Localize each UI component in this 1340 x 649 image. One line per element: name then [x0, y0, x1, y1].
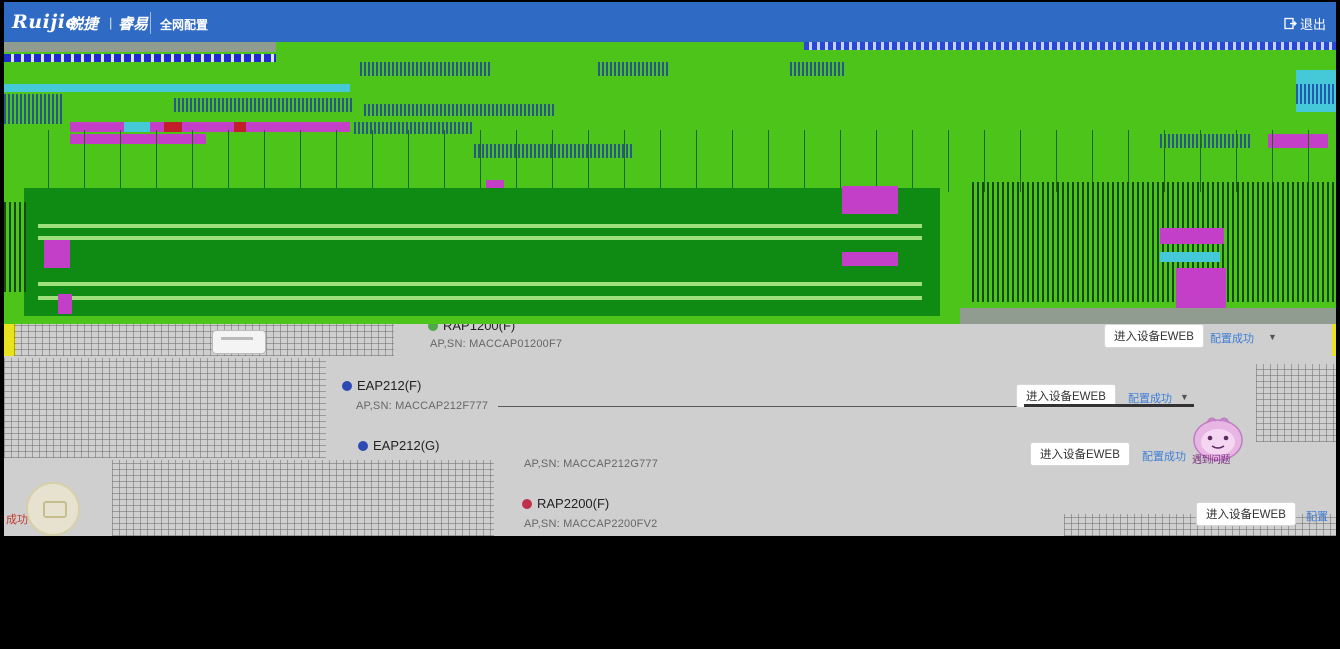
config-status-dropdown[interactable]: 配置成功	[1128, 390, 1172, 406]
caret-down-icon[interactable]: ▼	[1180, 392, 1189, 402]
device-name-label: EAP212(G)	[373, 438, 440, 453]
artifact-line	[38, 224, 922, 228]
topology-artifact	[112, 460, 494, 536]
artifact-noise	[174, 98, 354, 112]
status-dot	[428, 324, 438, 331]
status-dot	[342, 380, 352, 391]
artifact-barcode	[972, 182, 1336, 302]
device-sn: AP,SN: MACCAP212F777	[356, 400, 488, 412]
caret-down-icon[interactable]: ▼	[1268, 332, 1277, 342]
artifact-strip	[960, 308, 1336, 324]
device-name-eap212g: EAP212(G)	[358, 438, 439, 453]
artifact-noise	[598, 62, 670, 76]
device-list-panel: RAP1200(F) AP,SN: MACCAP01200F7 进入设备EWEB…	[4, 324, 1336, 536]
artifact-block	[1176, 268, 1226, 308]
sn-value: MACCAP212F777	[395, 400, 489, 412]
sn-value: MACCAP2200FV2	[563, 518, 658, 530]
device-name-label: EAP212(F)	[357, 378, 422, 393]
artifact-noise	[4, 94, 64, 124]
enter-eweb-button[interactable]: 进入设备EWEB	[1196, 502, 1296, 526]
artifact-line	[38, 296, 922, 300]
sn-label: AP,SN:	[430, 338, 466, 350]
artifact-noise	[790, 62, 846, 76]
sn-value: MACCAP01200F7	[469, 338, 563, 350]
artifact-block	[842, 252, 898, 266]
ap-device-image	[212, 330, 266, 354]
sn-label: AP,SN:	[356, 400, 392, 412]
artifact-line	[38, 236, 922, 240]
artifact-bar	[804, 42, 1336, 50]
artifact-block	[1160, 252, 1220, 262]
device-name-rap2200f: RAP2200(F)	[522, 496, 609, 511]
device-name-label: RAP2200(F)	[537, 496, 610, 511]
device-sn: AP,SN: MACCAP2200FV2	[524, 518, 657, 530]
row-divider	[498, 406, 1030, 407]
enter-eweb-button[interactable]: 进入设备EWEB	[1030, 442, 1130, 466]
artifact-block	[1160, 228, 1224, 244]
topology-artifact	[4, 358, 326, 458]
logout-icon	[1284, 17, 1297, 30]
logout-button[interactable]: 退出	[1284, 14, 1326, 33]
config-status-dropdown[interactable]: 配置成功	[1210, 330, 1254, 346]
status-dot	[522, 498, 532, 509]
ruiyi-logo: 睿易	[118, 16, 149, 33]
config-status-dropdown[interactable]: 配置成功	[1142, 448, 1186, 464]
app-window: Ruijie 锐捷 | 睿易 全网配置 退出 RAP1200(F) AP,SN:…	[0, 0, 1340, 649]
artifact-noise	[1296, 84, 1336, 104]
header-divider	[150, 12, 151, 34]
artifact-bar	[4, 54, 276, 62]
device-name-eap212f: EAP212(F)	[342, 378, 421, 393]
artifact-barcode	[4, 202, 28, 292]
artifact-block	[4, 84, 350, 92]
sn-label: AP,SN:	[524, 458, 560, 470]
device-sn: AP,SN: MACCAP212G777	[524, 458, 658, 470]
help-label[interactable]: 遇到问题	[1192, 451, 1231, 466]
artifact-line	[38, 282, 922, 286]
artifact-noise	[364, 104, 554, 116]
enter-eweb-button[interactable]: 进入设备EWEB	[1104, 324, 1204, 348]
artifact-noise	[360, 62, 490, 76]
artifact-strip	[1332, 324, 1336, 356]
artifact-block	[842, 186, 898, 214]
device-sn: AP,SN: MACCAP01200F7	[430, 338, 562, 350]
device-name-label: RAP1200(F)	[443, 324, 516, 333]
artifact-strip	[4, 42, 276, 52]
logout-label: 退出	[1299, 17, 1326, 32]
config-status-dropdown[interactable]: 配置	[1306, 508, 1328, 524]
artifact-block	[44, 240, 70, 268]
top-header: Ruijie 锐捷 | 睿易 全网配置 退出	[4, 2, 1336, 42]
logo-separator: |	[109, 15, 113, 30]
sn-label: AP,SN:	[524, 518, 560, 530]
topology-artifact	[14, 324, 394, 356]
sn-value: MACCAP212G777	[563, 458, 659, 470]
ruijie-logo-cn: 锐捷	[68, 16, 99, 33]
status-dot	[358, 440, 368, 451]
topology-artifact	[1256, 364, 1336, 442]
artifact-block	[58, 294, 72, 314]
render-artifact-region	[4, 42, 1336, 324]
side-status-text: 成功	[6, 514, 28, 526]
chat-icon[interactable]	[26, 482, 80, 536]
page-title[interactable]: 全网配置	[160, 16, 208, 33]
device-name-rap1200f: RAP1200(F)	[428, 324, 515, 333]
